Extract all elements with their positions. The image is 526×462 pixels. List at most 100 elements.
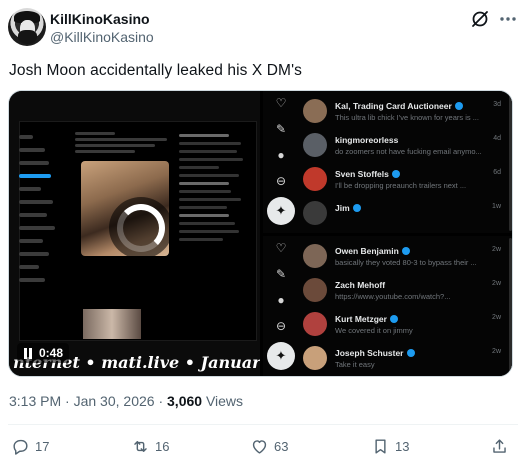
person-icon: ● xyxy=(277,293,285,307)
dm-scrollbar xyxy=(509,93,512,231)
dm-rail: ♡ ✎ ● ⊖ ✦ xyxy=(263,236,299,376)
dm-timestamp: 2w xyxy=(492,314,501,321)
pause-icon[interactable] xyxy=(23,347,33,359)
dm-sender-name-text: Jim xyxy=(335,203,350,213)
dm-timestamp: 3d xyxy=(493,101,501,108)
dm-conversation-row[interactable]: Joseph Schuster Take it easy 2w xyxy=(299,344,509,376)
dm-sender-name: kingmoreorless xyxy=(335,135,398,145)
verified-badge-icon xyxy=(401,247,410,255)
heart-icon xyxy=(252,439,267,454)
dm-sender-name: Kurt Metzger xyxy=(335,314,398,324)
dm-avatar xyxy=(303,167,327,191)
dm-timestamp: 6d xyxy=(493,169,501,176)
dm-screenshot-bottom[interactable]: ♡ ✎ ● ⊖ ✦ Owen Benjamin basically they vo… xyxy=(263,236,512,376)
dm-conversation-row[interactable]: Jim 1w xyxy=(299,199,509,231)
reply-icon xyxy=(13,439,28,455)
dm-message-preview: do zoomers not have fucking email anymo.… xyxy=(335,147,482,156)
dm-sender-name-text: Zach Mehoff xyxy=(335,280,386,290)
dm-conversation-row[interactable]: Owen Benjamin basically they voted 80-3 t… xyxy=(299,242,509,274)
dm-conversation-row[interactable]: Kal, Trading Card Auctioneer This ultra l… xyxy=(299,97,509,129)
bell-icon: ♡ xyxy=(275,96,287,110)
dm-message-preview: https://www.youtube.com/watch?... xyxy=(335,292,451,301)
repost-icon xyxy=(134,440,147,452)
dm-avatar xyxy=(303,312,327,336)
avatar-beard-shape xyxy=(18,30,37,44)
video-player[interactable]: nternet • mati.live • January 23rd, 20 0… xyxy=(9,91,260,376)
dm-message-preview: We covered it on jimmy xyxy=(335,326,413,335)
verified-badge-icon xyxy=(406,349,415,357)
dm-conversation-row[interactable]: Kurt Metzger We covered it on jimmy 2w xyxy=(299,310,509,342)
edit-icon: ✎ xyxy=(275,267,287,281)
verified-badge-icon xyxy=(352,204,361,212)
video-time: 0:48 xyxy=(39,346,64,360)
post-date[interactable]: Jan 30, 2026 xyxy=(74,393,155,409)
bell-icon: ♡ xyxy=(275,241,287,255)
dm-avatar xyxy=(303,133,327,157)
dm-conversation-row[interactable]: kingmoreorless do zoomers not have fuckin… xyxy=(299,131,509,163)
dm-sender-name-text: Owen Benjamin xyxy=(335,246,399,256)
dm-sender-name-text: Kal, Trading Card Auctioneer xyxy=(335,101,452,111)
loading-spinner-icon xyxy=(117,204,165,252)
views-label: Views xyxy=(205,393,244,409)
dm-avatar xyxy=(303,99,327,123)
author-avatar[interactable] xyxy=(8,8,46,46)
grok-icon[interactable] xyxy=(470,9,490,29)
dm-timestamp: 2w xyxy=(492,246,501,253)
video-sidebar-lines xyxy=(19,135,69,291)
video-controls: 0:48 xyxy=(17,343,70,363)
dm-message-preview: basically they voted 80-3 to bypass thei… xyxy=(335,258,477,267)
dm-timestamp: 4d xyxy=(493,135,501,142)
tweet-text: Josh Moon accidentally leaked his X DM's xyxy=(9,62,302,79)
dm-rail: ♡ ✎ ● ⊖ ✦ xyxy=(263,91,299,233)
meta-separator: · xyxy=(65,393,70,409)
dm-message-preview: Take it easy xyxy=(335,360,375,369)
person-icon: ● xyxy=(277,148,285,162)
like-count: 63 xyxy=(274,438,289,454)
video-photo-small xyxy=(83,309,141,339)
media-grid: nternet • mati.live • January 23rd, 20 0… xyxy=(8,90,513,377)
dm-screenshot-top[interactable]: ♡ ✎ ● ⊖ ✦ Kal, Trading Card Auctioneer Th… xyxy=(263,91,512,233)
verified-badge-icon xyxy=(454,102,463,110)
dm-sender-name-text: Joseph Schuster xyxy=(335,348,404,358)
share-button[interactable] xyxy=(490,436,509,456)
edit-icon: ✎ xyxy=(275,122,287,136)
dm-sender-name-text: kingmoreorless xyxy=(335,135,399,145)
repost-button[interactable]: 16 xyxy=(131,436,169,456)
dm-avatar xyxy=(303,346,327,370)
post-time[interactable]: 3:13 PM xyxy=(9,393,61,409)
author-handle[interactable]: @KillKinoKasino xyxy=(50,29,154,45)
dm-avatar xyxy=(303,244,327,268)
dm-sender-name: Owen Benjamin xyxy=(335,246,410,256)
reply-count: 17 xyxy=(35,438,50,454)
dm-message-preview: This ultra lib chick I've known for year… xyxy=(335,113,479,122)
verified-badge-icon xyxy=(391,170,400,178)
more-icon[interactable] xyxy=(497,10,519,28)
meta-separator: · xyxy=(158,393,164,409)
like-button[interactable]: 63 xyxy=(250,436,288,456)
compose-icon: ✦ xyxy=(267,342,295,370)
dm-message-preview: I'll be dropping preaunch trailers next … xyxy=(335,181,467,190)
views-count: 3,060 xyxy=(167,393,203,409)
reply-button[interactable]: 17 xyxy=(11,436,49,456)
bookmark-button[interactable]: 13 xyxy=(371,436,409,456)
dm-sender-name: Joseph Schuster xyxy=(335,348,415,358)
dm-conversation-row[interactable]: Sven Stoffels I'll be dropping preaunch t… xyxy=(299,165,509,197)
author-display-name[interactable]: KillKinoKasino xyxy=(50,11,150,27)
dm-timestamp: 1w xyxy=(492,203,501,210)
tweet-meta: 3:13 PM · Jan 30, 2026 · 3,060 Views xyxy=(9,393,243,409)
repost-count: 16 xyxy=(155,438,170,454)
bookmark-icon xyxy=(375,438,386,454)
dm-sender-name: Jim xyxy=(335,203,361,213)
dm-avatar xyxy=(303,201,327,225)
bookmark-count: 13 xyxy=(395,438,410,454)
share-icon xyxy=(493,438,506,453)
compose-icon: ✦ xyxy=(267,197,295,225)
dm-timestamp: 2w xyxy=(492,348,501,355)
dm-timestamp: 2w xyxy=(492,280,501,287)
divider xyxy=(8,424,518,425)
dm-sender-name-text: Kurt Metzger xyxy=(335,314,387,324)
dm-sender-name: Kal, Trading Card Auctioneer xyxy=(335,101,463,111)
dm-conversation-row[interactable]: Zach Mehoff https://www.youtube.com/watch… xyxy=(299,276,509,308)
more-circle-icon: ⊖ xyxy=(275,319,287,333)
video-right-column xyxy=(179,129,251,319)
